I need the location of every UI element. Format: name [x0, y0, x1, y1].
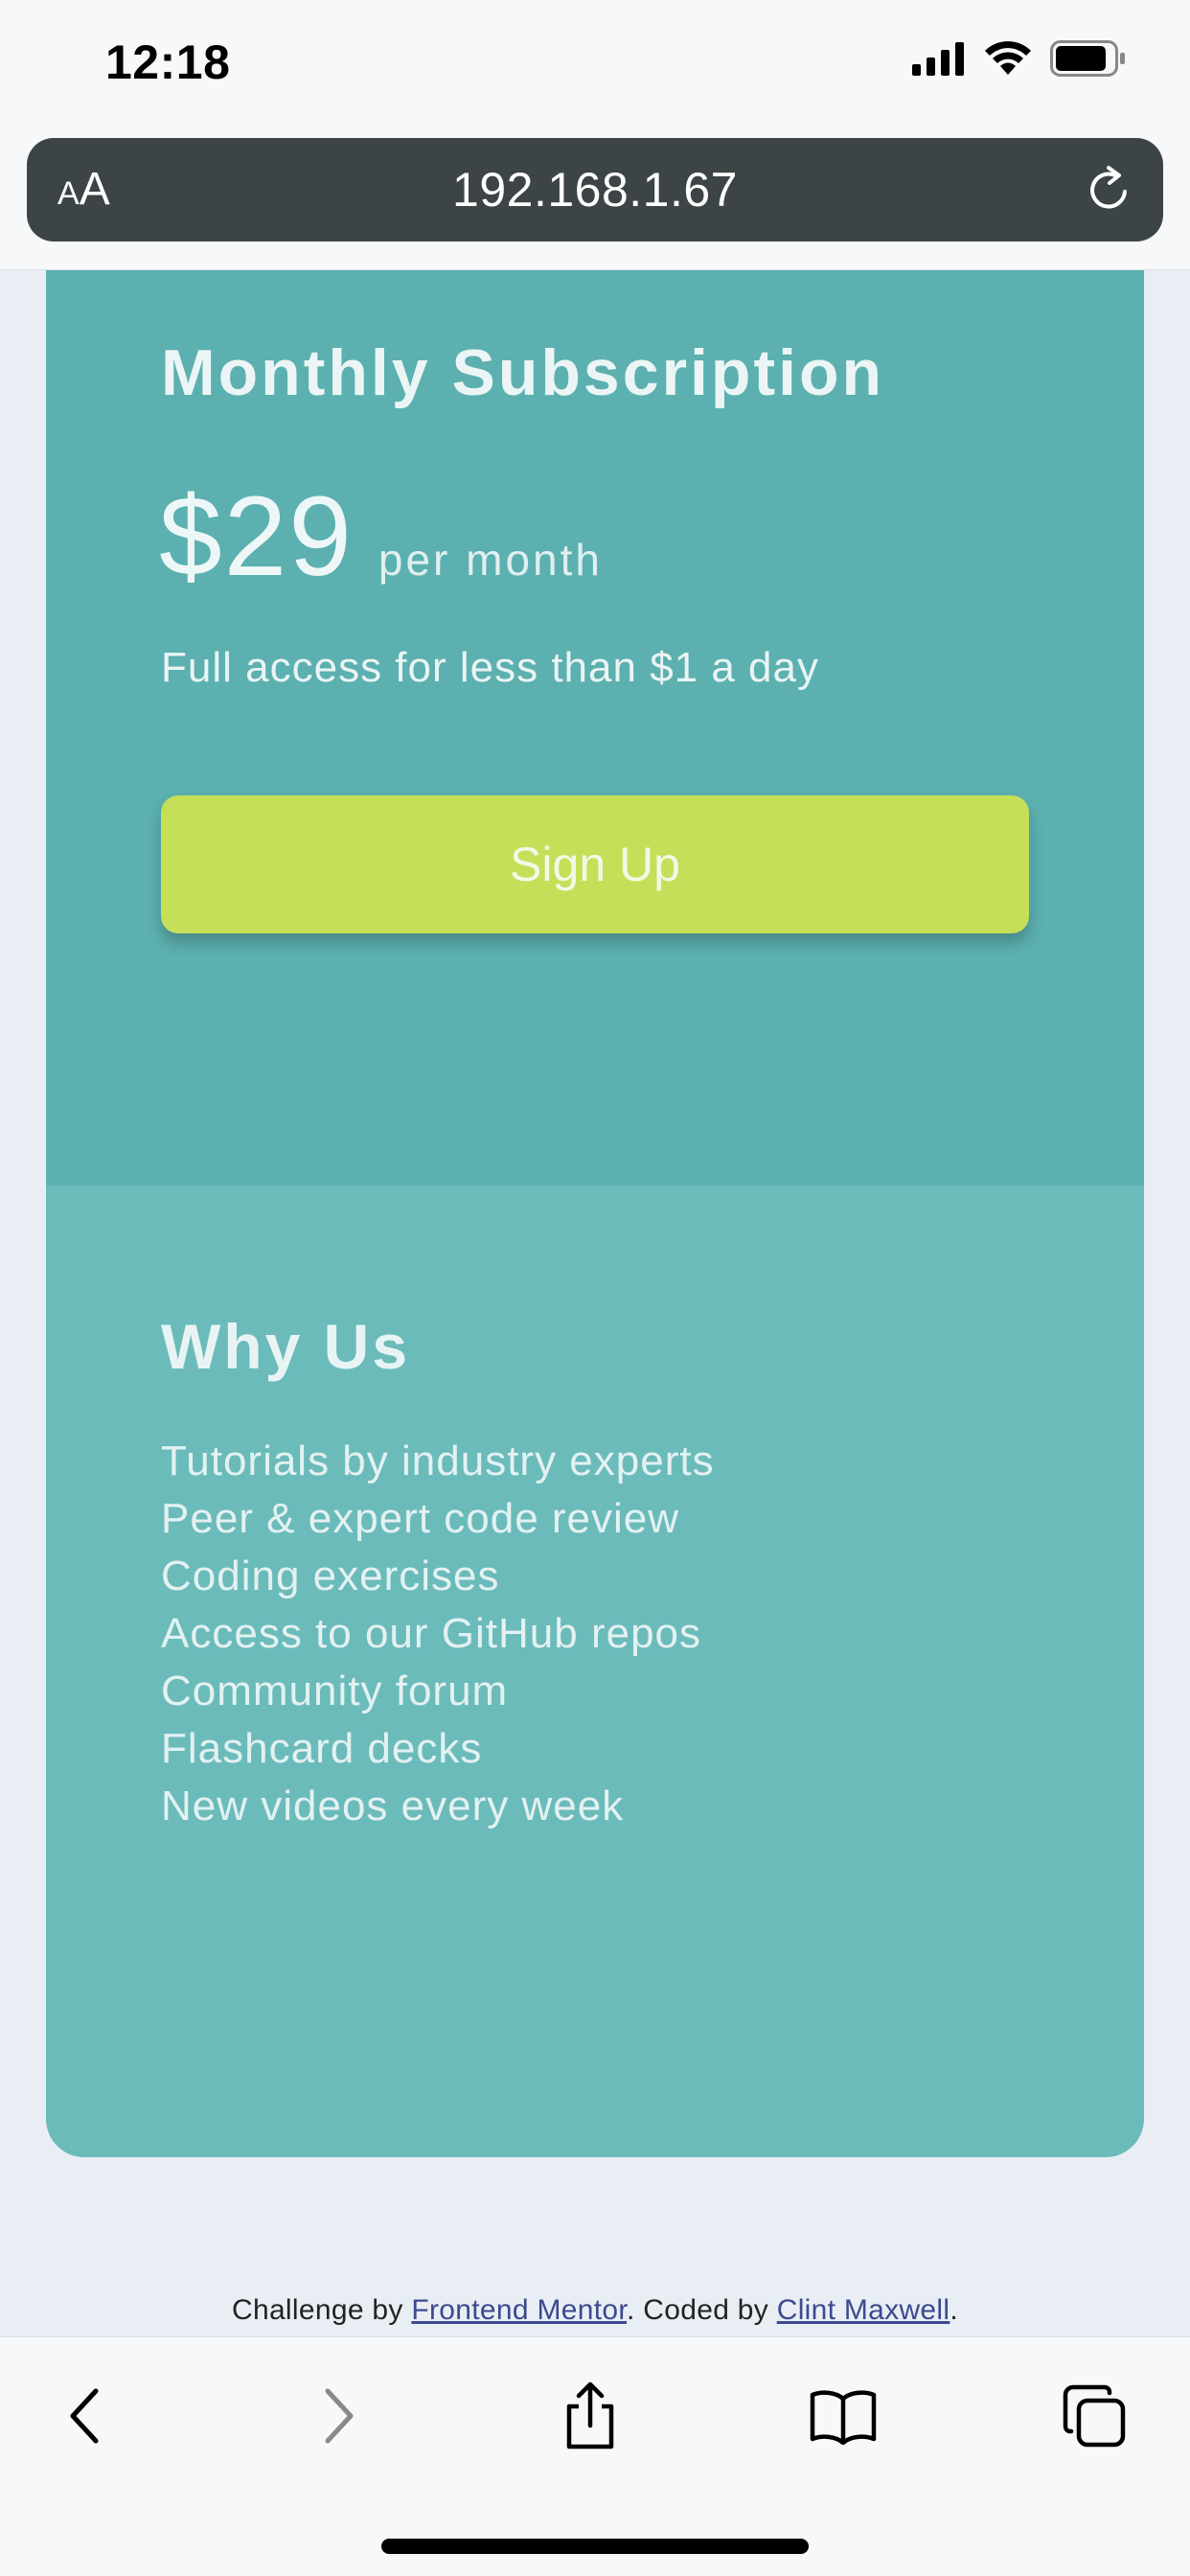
subscription-tagline: Full access for less than $1 a day: [161, 644, 819, 691]
status-bar: 12:18: [0, 0, 1190, 136]
status-time: 12:18: [105, 35, 231, 89]
subscription-title: Monthly Subscription: [161, 336, 885, 409]
bookmarks-button[interactable]: [805, 2378, 881, 2454]
attribution-suffix: .: [950, 2294, 958, 2326]
list-item: New videos every week: [161, 1782, 625, 1829]
frontend-mentor-link[interactable]: Frontend Mentor: [411, 2294, 627, 2326]
browser-toolbar: [0, 2336, 1190, 2576]
why-us-card: Why Us Tutorials by industry experts Pee…: [46, 1185, 1144, 2157]
author-link[interactable]: Clint Maxwell: [777, 2294, 950, 2326]
wifi-icon: [985, 41, 1031, 75]
home-indicator[interactable]: [381, 2539, 809, 2554]
address-bar-area: AA 192.168.1.67: [0, 136, 1190, 270]
reload-icon[interactable]: [1083, 163, 1136, 217]
sign-up-button[interactable]: Sign Up: [161, 795, 1029, 933]
attribution-prefix: Challenge by: [232, 2294, 403, 2326]
list-item: Access to our GitHub repos: [161, 1610, 702, 1657]
tabs-button[interactable]: [1056, 2378, 1133, 2454]
back-icon: [70, 2388, 99, 2444]
subscription-card: Monthly Subscription $29 per month Full …: [46, 270, 1144, 1185]
list-item: Community forum: [161, 1668, 509, 1714]
price-row: $29 per month: [159, 472, 603, 602]
attribution-middle: . Coded by: [627, 2294, 769, 2326]
price-period: per month: [378, 535, 604, 585]
why-us-list: Tutorials by industry experts Peer & exp…: [161, 1433, 715, 1835]
list-item: Tutorials by industry experts: [161, 1438, 715, 1484]
list-item: Peer & expert code review: [161, 1495, 680, 1542]
forward-icon: [325, 2388, 354, 2444]
address-bar[interactable]: AA 192.168.1.67: [27, 138, 1163, 242]
list-item: Flashcard decks: [161, 1725, 483, 1772]
why-us-title: Why Us: [161, 1311, 411, 1382]
list-item: Coding exercises: [161, 1552, 500, 1599]
signal-icon: [912, 42, 964, 76]
share-icon: [566, 2381, 614, 2450]
bookmarks-icon: [810, 2390, 877, 2445]
share-button[interactable]: [552, 2378, 629, 2454]
screen: 12:18 AA 192.168.1.67 Monthly Subscripti…: [0, 0, 1190, 2576]
url-text[interactable]: 192.168.1.67: [452, 162, 738, 218]
forward-button[interactable]: [301, 2378, 378, 2454]
tabs-icon: [1063, 2384, 1126, 2448]
attribution: Challenge by Frontend Mentor. Coded by C…: [0, 2294, 1190, 2327]
back-button[interactable]: [46, 2378, 123, 2454]
price: $29: [159, 473, 354, 600]
status-icons: [912, 40, 1127, 77]
text-size-button[interactable]: AA: [57, 165, 110, 218]
battery-icon: [1050, 40, 1125, 77]
